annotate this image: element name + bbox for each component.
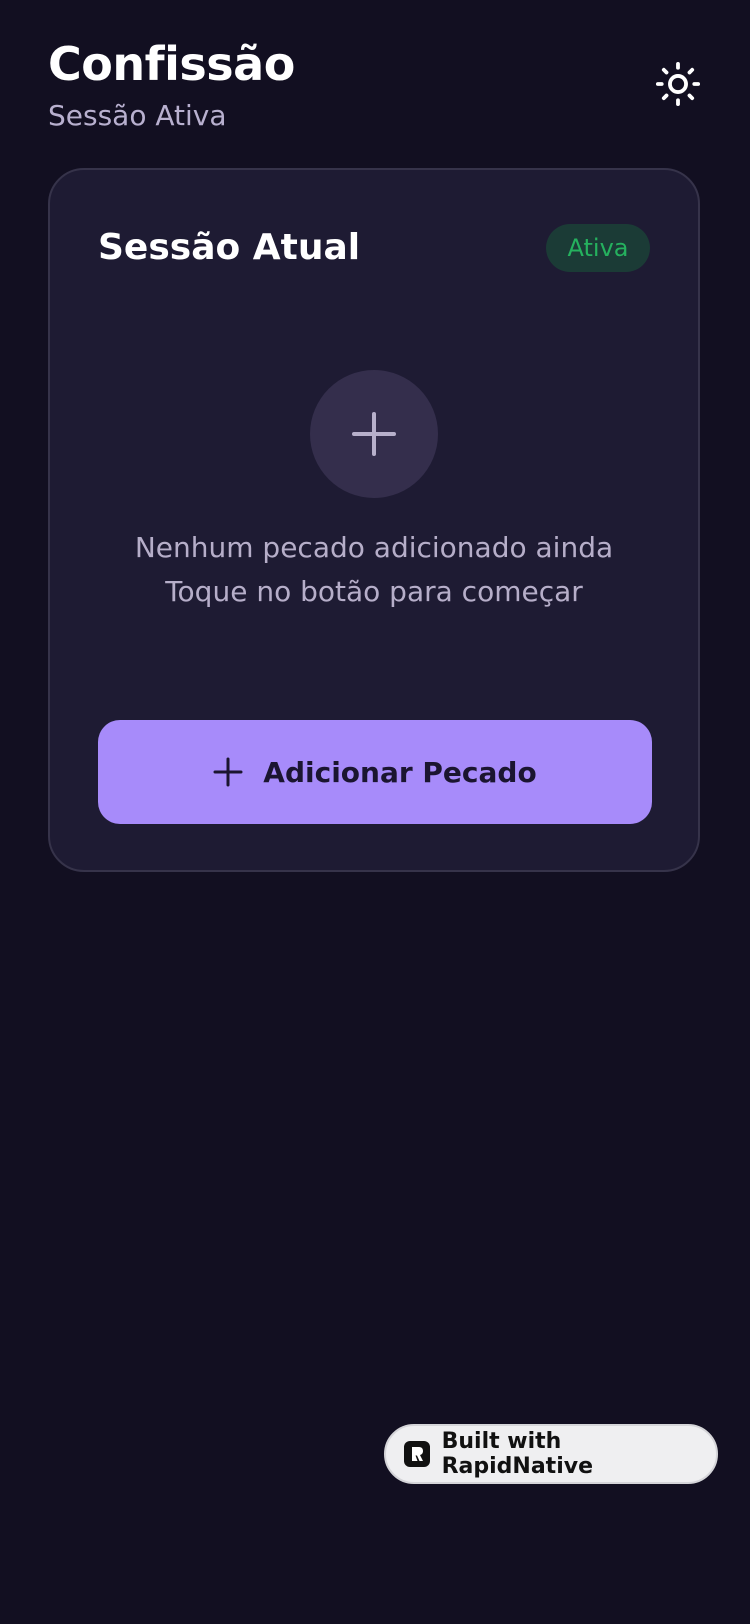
sun-icon [655,61,701,107]
app-header: Confissão Sessão Ativa [48,36,702,146]
empty-state-icon-circle [310,370,438,498]
empty-state-message: Nenhum pecado adicionado ainda [134,531,614,564]
page-title: Confissão [48,37,295,91]
add-sin-button[interactable]: Adicionar Pecado [98,720,652,824]
built-with-rapidnative-badge[interactable]: Built with RapidNative [384,1424,718,1484]
card-title: Sessão Atual [98,227,361,268]
page-subtitle: Sessão Ativa [48,99,227,132]
status-badge: Ativa [546,224,650,272]
session-card: Sessão Atual Ativa Nenhum pecado adicion… [48,168,700,872]
rapidnative-logo-icon [404,1441,430,1467]
empty-state-hint: Toque no botão para começar [165,575,583,608]
add-sin-button-label: Adicionar Pecado [263,755,537,789]
theme-toggle-button[interactable] [654,60,702,108]
plus-icon [213,757,243,787]
built-with-label: Built with RapidNative [441,1429,593,1479]
plus-icon [352,412,396,456]
empty-state: Nenhum pecado adicionado ainda Toque no … [50,370,698,614]
